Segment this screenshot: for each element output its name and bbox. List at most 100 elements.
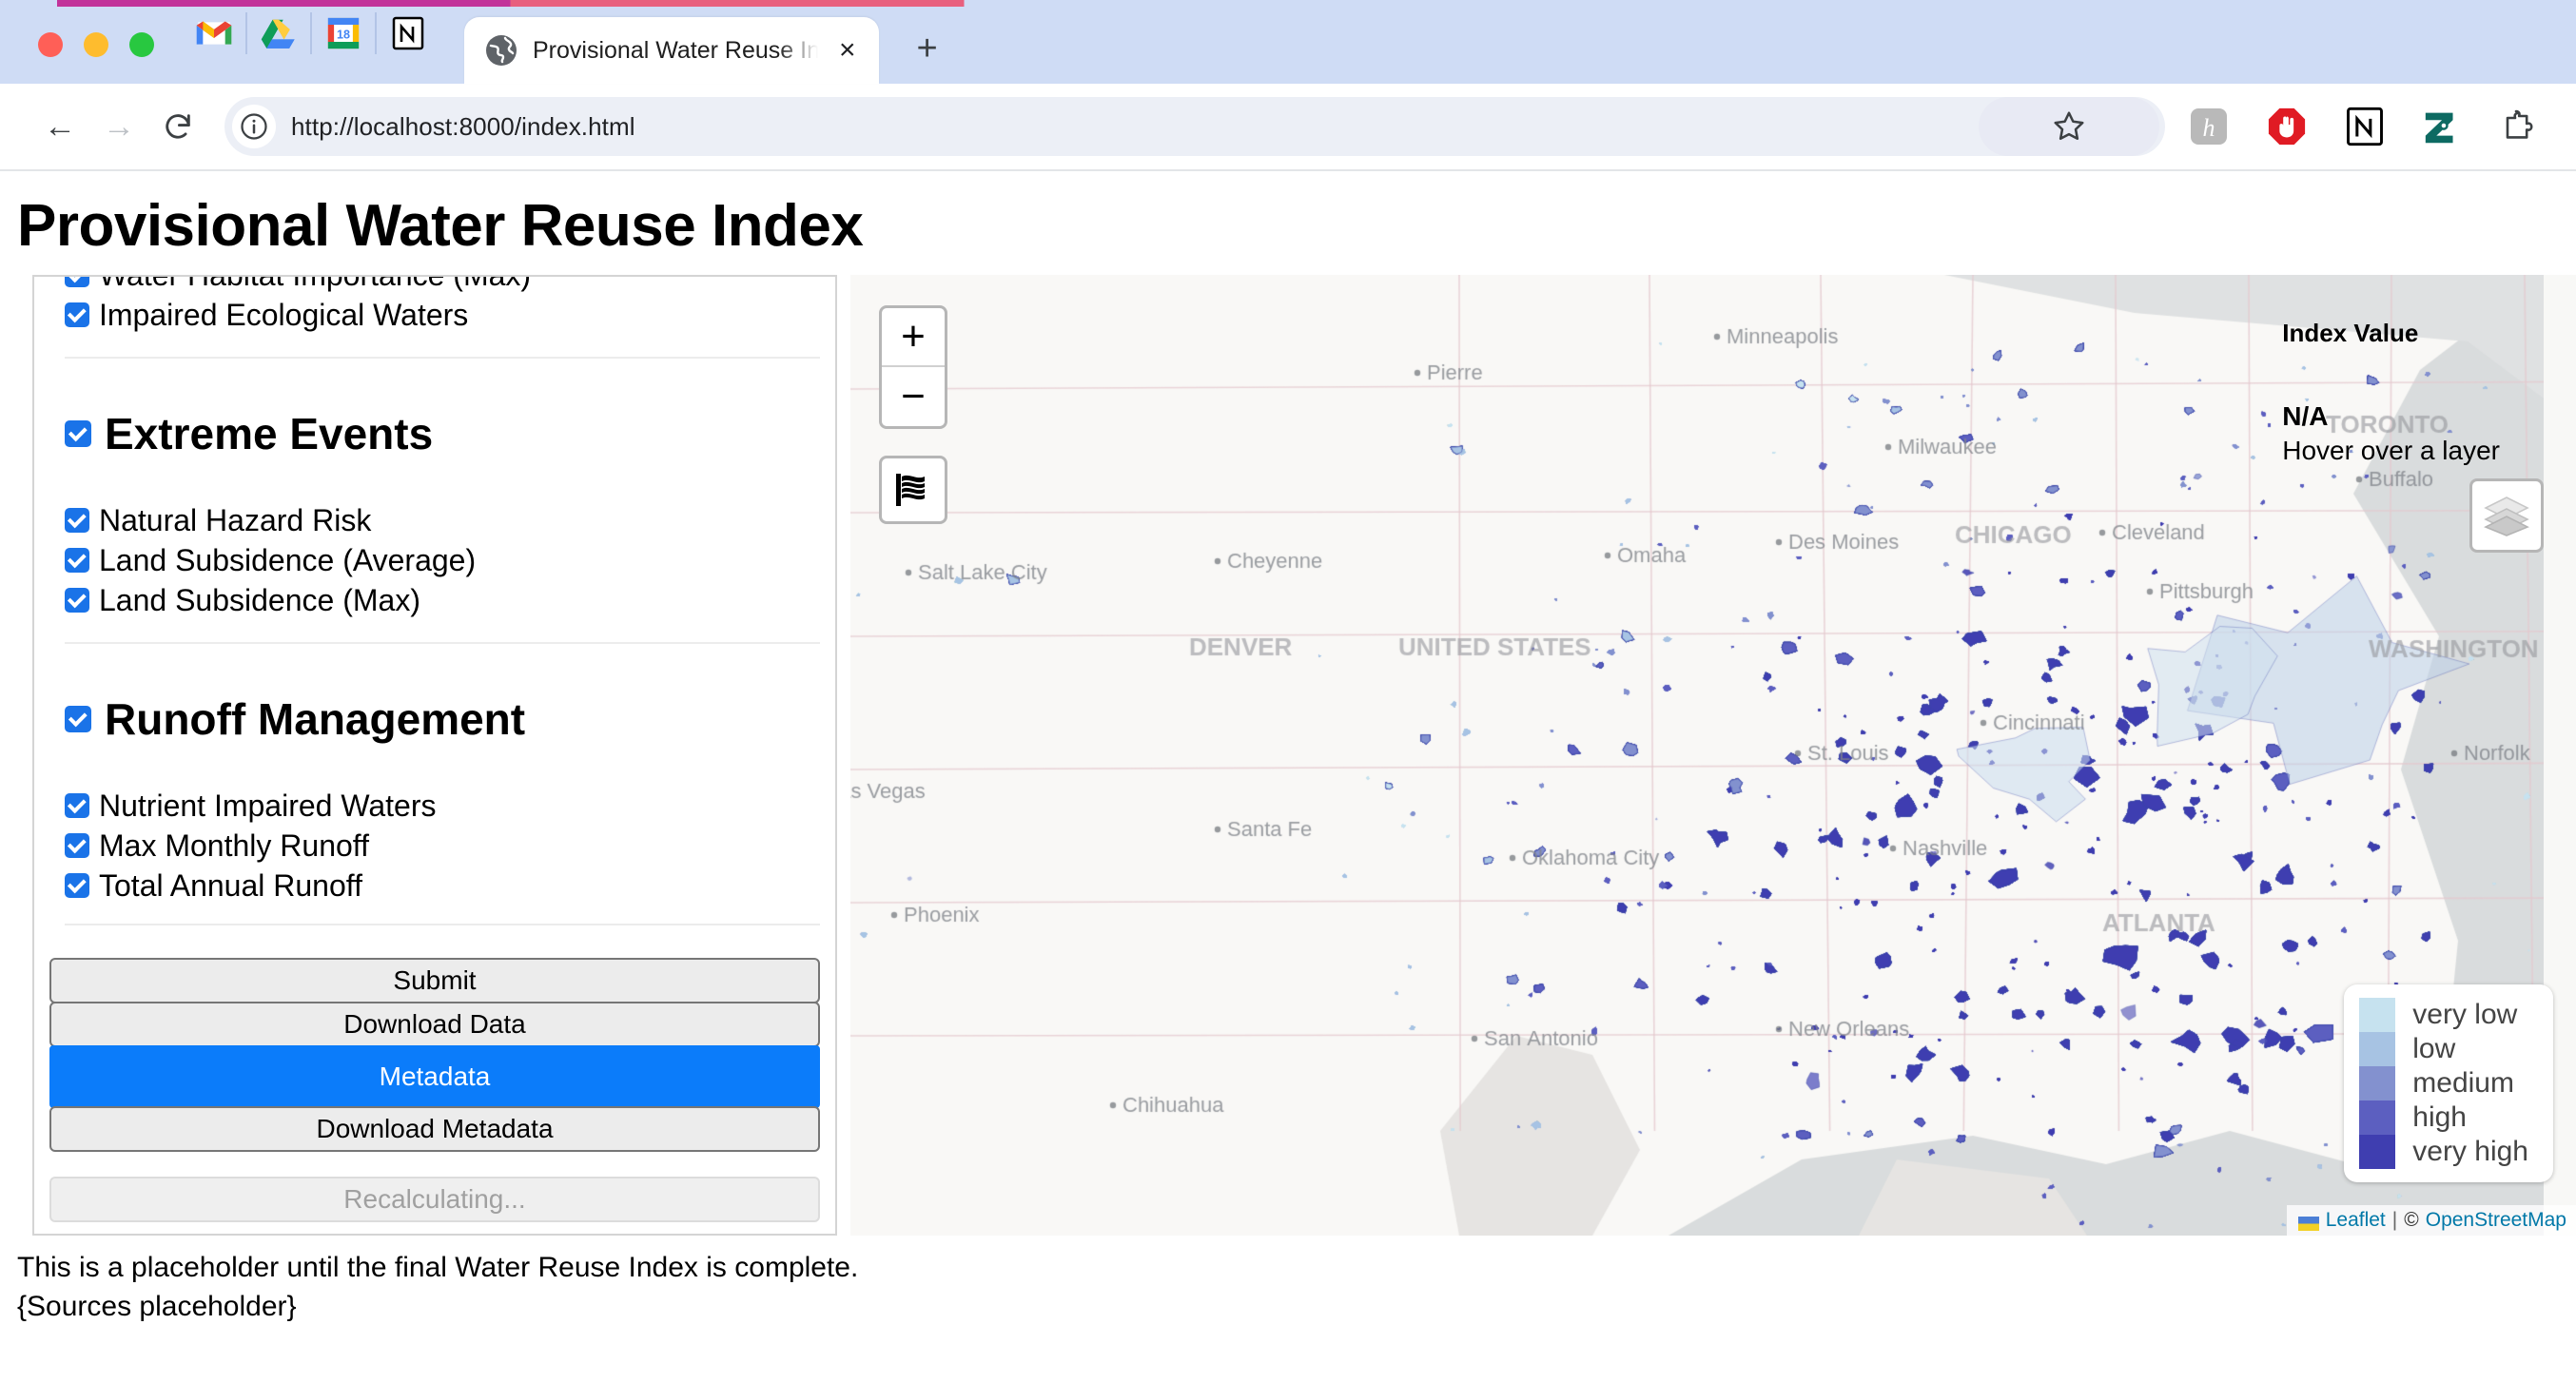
map-home-button[interactable] [879, 456, 947, 524]
browser-tab-provisional-water-reuse-index[interactable]: Provisional Water Reuse Index × [464, 17, 879, 84]
gmail-icon [195, 19, 233, 48]
checkbox-icon[interactable] [65, 420, 91, 447]
legend-swatch-very-high [2359, 1135, 2395, 1169]
group-divider [65, 924, 820, 925]
browser-tab-strip: 18 Provisional Water Reuse Index × + [0, 0, 2576, 84]
zoom-out-button[interactable]: − [882, 367, 945, 426]
gmail-pinned-tab[interactable] [183, 6, 245, 61]
legend-labels: very low low medium high very high [2412, 998, 2528, 1169]
metadata-button[interactable]: Metadata [49, 1045, 820, 1108]
window-close-button[interactable] [38, 32, 63, 57]
address-bar[interactable]: http://localhost:8000/index.html [224, 97, 2165, 156]
attribution-separator: | [2392, 1209, 2397, 1232]
leaflet-map[interactable]: + − Index Value N/A Hover over a layer v… [850, 275, 2576, 1236]
pinned-tabs: 18 [183, 6, 439, 84]
index-value-number: N/A [2282, 401, 2500, 432]
option-row[interactable]: Nutrient Impaired Waters [65, 789, 820, 823]
checkbox-icon[interactable] [65, 873, 89, 898]
checkbox-icon[interactable] [65, 706, 91, 732]
map-attribution: Leaflet | © OpenStreetMap [2287, 1205, 2576, 1236]
panel-action-buttons: Submit Download Data Metadata Download M… [34, 958, 835, 1234]
legend-swatch-low [2359, 1032, 2395, 1066]
option-row[interactable]: Water Habitat Importance (Max) [65, 275, 820, 292]
legend-label: very high [2412, 1135, 2528, 1169]
zotero-extension-icon[interactable] [2422, 106, 2464, 147]
bookmark-button[interactable] [1979, 97, 2159, 156]
legend-swatch-very-low [2359, 998, 2395, 1032]
google-calendar-pinned-tab[interactable]: 18 [312, 6, 375, 61]
group-divider [65, 357, 820, 359]
indicator-scroll-region[interactable]: Water Habitat Importance (Max) Impaired … [34, 275, 835, 958]
legend-swatch-high [2359, 1101, 2395, 1135]
honey-extension-icon[interactable]: h [2188, 106, 2230, 147]
adblock-extension-icon[interactable] [2266, 106, 2308, 147]
legend-swatches [2359, 998, 2395, 1169]
forward-button[interactable]: → [89, 97, 148, 156]
window-minimize-button[interactable] [84, 32, 108, 57]
group-title: Runoff Management [105, 693, 525, 745]
window-traffic-lights[interactable] [0, 32, 183, 84]
checkbox-icon[interactable] [65, 548, 89, 573]
google-drive-icon [261, 17, 297, 49]
checkbox-icon[interactable] [65, 302, 89, 327]
option-label: Nutrient Impaired Waters [99, 790, 436, 821]
checkbox-icon[interactable] [65, 833, 89, 858]
option-label: Impaired Ecological Waters [99, 300, 468, 330]
group-header-extreme-events[interactable]: Extreme Events [65, 408, 820, 459]
option-row[interactable]: Max Monthly Runoff [65, 828, 820, 863]
map-layers-control[interactable] [2469, 478, 2544, 553]
option-label: Water Habitat Importance (Max) [99, 275, 531, 290]
leaflet-link[interactable]: Leaflet [2326, 1209, 2386, 1232]
openstreetmap-link[interactable]: OpenStreetMap [2426, 1209, 2566, 1232]
map-zoom-control[interactable]: + − [879, 305, 947, 429]
download-metadata-button[interactable]: Download Metadata [49, 1106, 820, 1152]
reload-icon [162, 110, 194, 143]
extension-icons: h [2188, 106, 2555, 147]
page-title: Provisional Water Reuse Index [17, 192, 2576, 260]
option-row[interactable]: Natural Hazard Risk [65, 503, 820, 537]
group-header-runoff-management[interactable]: Runoff Management [65, 693, 820, 745]
indicator-control-panel[interactable]: Water Habitat Importance (Max) Impaired … [32, 275, 837, 1236]
legend-swatch-medium [2359, 1066, 2395, 1101]
legend-label: low [2412, 1032, 2528, 1066]
download-data-button[interactable]: Download Data [49, 1002, 820, 1047]
partial-top-option-list: Water Habitat Importance (Max) Impaired … [65, 275, 820, 332]
option-row[interactable]: Land Subsidence (Average) [65, 543, 820, 577]
option-row[interactable]: Total Annual Runoff [65, 868, 820, 903]
option-row[interactable]: Impaired Ecological Waters [65, 298, 820, 332]
new-tab-button[interactable]: + [917, 30, 938, 67]
page-content: Provisional Water Reuse Index Water Habi… [0, 171, 2576, 1383]
window-accent-stripe [57, 0, 2576, 7]
window-maximize-button[interactable] [129, 32, 154, 57]
submit-button[interactable]: Submit [49, 958, 820, 1003]
option-list-extreme-events: Natural Hazard Risk Land Subsidence (Ave… [65, 503, 820, 617]
checkbox-icon[interactable] [65, 588, 89, 613]
group-title: Extreme Events [105, 408, 433, 459]
svg-text:h: h [2203, 114, 2215, 142]
legend-label: very low [2412, 998, 2528, 1032]
layers-stack-icon [2483, 494, 2530, 537]
page-footer: This is a placeholder until the final Wa… [17, 1249, 2576, 1326]
svg-text:18: 18 [337, 28, 350, 41]
address-bar-url: http://localhost:8000/index.html [291, 112, 635, 142]
checkbox-icon[interactable] [65, 275, 89, 287]
zoom-in-button[interactable]: + [882, 308, 945, 367]
notion-extension-icon[interactable] [2344, 106, 2386, 147]
group-divider [65, 642, 820, 644]
reload-button[interactable] [148, 97, 207, 156]
google-drive-pinned-tab[interactable] [247, 6, 310, 61]
checkbox-icon[interactable] [65, 508, 89, 533]
option-row[interactable]: Land Subsidence (Max) [65, 583, 820, 617]
browser-tab-title: Provisional Water Reuse Index [533, 37, 818, 65]
star-icon [2052, 109, 2086, 144]
recalculating-status-button: Recalculating... [49, 1177, 820, 1222]
notion-pinned-tab[interactable] [377, 6, 439, 61]
map-legend: very low low medium high very high [2344, 984, 2553, 1182]
info-circle-icon[interactable] [232, 105, 276, 148]
extensions-puzzle-icon[interactable] [2500, 106, 2542, 147]
tab-close-icon[interactable]: × [833, 36, 862, 65]
back-button[interactable]: ← [30, 97, 89, 156]
legend-label: high [2412, 1101, 2528, 1135]
checkbox-icon[interactable] [65, 793, 89, 818]
index-value-title: Index Value [2282, 319, 2500, 348]
